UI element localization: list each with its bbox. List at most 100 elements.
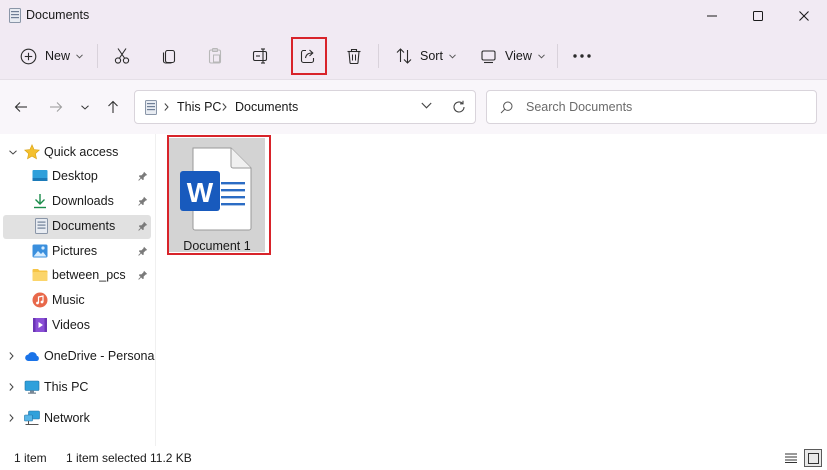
up-button[interactable] [104, 98, 122, 116]
chevron-right-icon [9, 414, 14, 422]
nav-label-music: Music [52, 293, 85, 307]
videos-icon [33, 318, 47, 332]
nav-item-videos[interactable]: Videos [3, 314, 151, 338]
forward-button[interactable] [47, 98, 65, 116]
nav-onedrive[interactable]: OneDrive - Personal [3, 345, 157, 369]
file-explorer-window: Documents New Sort View This PC Document… [0, 0, 827, 470]
nav-quick-access[interactable]: Quick access [3, 141, 151, 165]
chevron-down-icon[interactable] [421, 102, 432, 109]
more-options-button[interactable] [572, 40, 592, 72]
navigation-pane: Quick access Desktop Downloads Documents… [0, 134, 157, 446]
address-row: This PC Documents Search Documents [0, 80, 827, 134]
nav-label-quick-access: Quick access [44, 145, 119, 159]
cloud-icon [25, 352, 39, 362]
command-bar: New Sort View [0, 32, 827, 80]
details-view-icon [785, 453, 797, 463]
sort-label: Sort [420, 49, 443, 63]
nav-network[interactable]: Network [3, 407, 151, 431]
nav-label-between-pcs: between_pcs [52, 268, 126, 282]
more-icon [573, 54, 591, 58]
arrow-right-icon [50, 102, 63, 112]
chevron-down-icon [9, 150, 17, 155]
folder-icon [32, 269, 48, 281]
downloads-icon [34, 194, 46, 209]
copy-icon [162, 49, 176, 64]
pin-icon [138, 246, 148, 256]
chevron-right-icon [164, 103, 169, 111]
breadcrumb-this-pc[interactable]: This PC [177, 100, 221, 114]
chevron-down-icon [81, 104, 89, 110]
network-icon [24, 410, 40, 425]
delete-button[interactable] [345, 40, 363, 72]
documents-folder-icon [9, 8, 21, 23]
recent-locations-button[interactable] [76, 98, 94, 116]
pin-icon [138, 270, 148, 280]
nav-label-pictures: Pictures [52, 244, 98, 258]
nav-label-network: Network [44, 411, 90, 425]
close-button[interactable] [781, 0, 827, 32]
pictures-icon [32, 244, 48, 258]
back-button[interactable] [12, 98, 30, 116]
nav-label-documents: Documents [52, 219, 116, 233]
search-icon [500, 101, 513, 114]
rename-icon [252, 48, 268, 64]
maximize-button[interactable] [735, 0, 781, 32]
address-bar[interactable]: This PC Documents [134, 90, 476, 124]
chevron-down-icon [538, 53, 545, 59]
nav-label-videos: Videos [52, 318, 90, 332]
pin-icon [138, 171, 148, 181]
toolbar-divider [557, 44, 558, 68]
minimize-icon [707, 15, 717, 17]
file-highlight-box [167, 135, 271, 255]
search-box[interactable]: Search Documents [486, 90, 817, 124]
status-selected: 1 item selected [66, 451, 147, 465]
details-view-button[interactable] [782, 449, 800, 467]
music-icon [32, 292, 48, 308]
nav-label-onedrive: OneDrive - Personal [44, 349, 158, 363]
cut-button[interactable] [113, 40, 131, 72]
search-placeholder: Search Documents [526, 100, 633, 114]
view-label: View [505, 49, 532, 63]
arrow-left-icon [14, 102, 27, 112]
documents-icon [35, 218, 48, 234]
large-icons-view-button[interactable] [804, 449, 822, 467]
new-button[interactable]: New [20, 40, 83, 72]
nav-this-pc[interactable]: This PC [3, 376, 151, 400]
sort-button[interactable]: Sort [395, 40, 456, 72]
status-bar: 1 item 1 item selected 11.2 KB [0, 446, 827, 470]
title-bar: Documents [0, 0, 827, 32]
plus-circle-icon [20, 48, 37, 64]
nav-item-music[interactable]: Music [3, 289, 151, 313]
desktop-icon [32, 170, 48, 181]
status-size: 11.2 KB [150, 451, 192, 465]
nav-item-downloads[interactable]: Downloads [3, 190, 151, 214]
close-icon [799, 11, 809, 21]
nav-label-this-pc: This PC [44, 380, 89, 394]
copy-button[interactable] [160, 40, 178, 72]
pin-icon [138, 221, 148, 231]
chevron-right-icon [222, 103, 227, 111]
refresh-icon[interactable] [452, 100, 466, 114]
rename-button[interactable] [252, 40, 270, 72]
status-item-count: 1 item [14, 451, 47, 465]
chevron-down-icon [449, 53, 456, 59]
chevron-right-icon [9, 352, 14, 360]
computer-icon [24, 380, 40, 394]
nav-item-pictures[interactable]: Pictures [3, 240, 151, 264]
arrow-up-icon [108, 100, 118, 113]
nav-label-desktop: Desktop [52, 169, 98, 183]
nav-item-documents[interactable]: Documents [3, 215, 151, 239]
share-highlight-box [291, 37, 327, 75]
nav-item-desktop[interactable]: Desktop [3, 165, 151, 189]
cut-icon [114, 48, 130, 64]
view-button[interactable]: View [480, 40, 545, 72]
nav-label-downloads: Downloads [52, 194, 114, 208]
paste-icon [208, 47, 222, 64]
minimize-button[interactable] [689, 0, 735, 32]
sort-icon [396, 48, 412, 64]
paste-button[interactable] [206, 40, 224, 72]
breadcrumb-documents[interactable]: Documents [235, 100, 298, 114]
window-title: Documents [26, 8, 90, 22]
maximize-icon [753, 11, 763, 21]
nav-item-between-pcs[interactable]: between_pcs [3, 264, 151, 288]
